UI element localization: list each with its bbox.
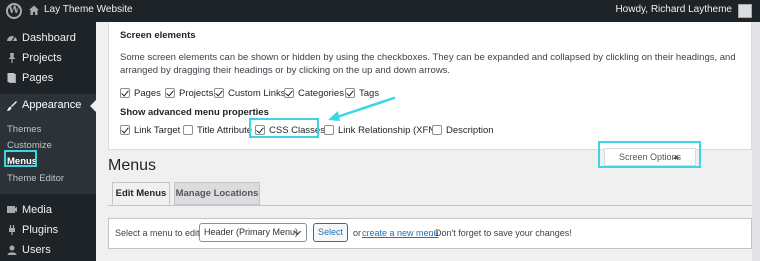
scrollbar[interactable] <box>752 22 760 261</box>
site-name-link[interactable]: Lay Theme Website <box>44 4 133 15</box>
checkbox-box[interactable] <box>183 125 193 135</box>
sidebar-item-plugins[interactable]: Plugins <box>0 220 96 240</box>
sidebar-item-label: Projects <box>22 52 62 64</box>
annotation-arrow-icon <box>328 96 396 121</box>
checkbox-box[interactable] <box>324 125 334 135</box>
current-page-indicator <box>90 100 96 112</box>
submenu-item-themes[interactable]: Themes <box>7 124 41 135</box>
select-button[interactable]: Select <box>313 223 348 242</box>
pin-icon <box>8 53 16 63</box>
sidebar-item-pages[interactable]: Pages <box>0 68 96 88</box>
sidebar-item-label: Pages <box>22 72 54 84</box>
menu-select[interactable]: Header (Primary Menu) <box>199 223 307 242</box>
pages-icon <box>7 73 16 83</box>
sidebar-item-label: Dashboard <box>22 32 76 44</box>
screen-elements-heading: Screen elements <box>120 30 196 41</box>
checkbox-box[interactable] <box>432 125 442 135</box>
menus-highlight-box <box>4 150 37 167</box>
sidebar-item-label: Appearance <box>22 99 82 111</box>
checkbox-label: Pages <box>134 88 161 99</box>
sidebar-item-label: Plugins <box>22 224 59 236</box>
advanced-properties-heading: Show advanced menu properties <box>120 107 269 118</box>
create-new-menu-link[interactable]: create a new menu <box>362 228 439 238</box>
checkbox-label: Link Target <box>134 125 181 136</box>
brush-icon <box>7 101 17 111</box>
tab-edit-menus[interactable]: Edit Menus <box>112 182 170 205</box>
checkbox-box[interactable] <box>214 88 224 98</box>
admin-sidebar: Dashboard Projects Pages Appearance Them… <box>0 22 96 261</box>
howdy-user-link[interactable]: Howdy, Richard Laytheme <box>615 4 732 15</box>
checkmark-icon <box>215 88 223 97</box>
sidebar-item-label: Users <box>22 244 51 256</box>
sidebar-item-dashboard[interactable]: Dashboard <box>0 28 96 48</box>
sidebar-item-label: Media <box>22 204 52 216</box>
checkbox-label: Title Attribute <box>197 125 253 136</box>
users-icon <box>7 245 17 255</box>
admin-bar: W Lay Theme Website Howdy, Richard Layth… <box>0 0 760 22</box>
save-reminder-text: . Don't forget to save your changes! <box>430 228 572 238</box>
sidebar-item-users[interactable]: Users <box>0 240 96 260</box>
checkbox-box[interactable] <box>165 88 175 98</box>
sidebar-item-appearance[interactable]: Appearance <box>0 94 96 118</box>
checkmark-icon <box>166 88 174 97</box>
plugin-icon <box>9 225 15 235</box>
checkmark-icon <box>121 88 129 97</box>
css-classes-highlight-box <box>249 118 319 138</box>
sidebar-item-projects[interactable]: Projects <box>0 48 96 68</box>
checkbox-label: Custom Links <box>228 88 286 99</box>
screen-elements-description: Some screen elements can be shown or hid… <box>120 52 736 76</box>
menu-select-value: Header (Primary Menu) <box>204 227 299 237</box>
checkbox-label: Description <box>446 125 494 136</box>
or-text: or <box>353 228 362 238</box>
checkmark-icon <box>285 88 293 97</box>
checkbox-label: Projects <box>179 88 214 99</box>
home-icon[interactable] <box>28 4 40 16</box>
checkbox-box[interactable] <box>284 88 294 98</box>
checkmark-icon <box>121 125 129 134</box>
manage-menus-box: Select a menu to edit: Header (Primary M… <box>108 218 752 249</box>
sidebar-item-media[interactable]: Media <box>0 200 96 220</box>
page-title: Menus <box>108 157 157 174</box>
tab-manage-locations[interactable]: Manage Locations <box>174 182 260 205</box>
checkbox-label: Link Relationship (XFN) <box>338 125 439 136</box>
screen-options-panel: Screen elements Some screen elements can… <box>108 22 752 150</box>
submenu-item-theme-editor[interactable]: Theme Editor <box>7 173 64 184</box>
checkbox-box[interactable] <box>120 88 130 98</box>
checkbox-box[interactable] <box>120 125 130 135</box>
screen-options-highlight-box <box>598 141 701 168</box>
dashboard-icon <box>7 36 17 42</box>
media-icon <box>7 206 17 213</box>
select-menu-label: Select a menu to edit: <box>115 228 203 238</box>
avatar[interactable] <box>738 4 752 18</box>
tabs-divider <box>108 205 758 206</box>
wordpress-logo-icon[interactable]: W <box>6 3 22 19</box>
